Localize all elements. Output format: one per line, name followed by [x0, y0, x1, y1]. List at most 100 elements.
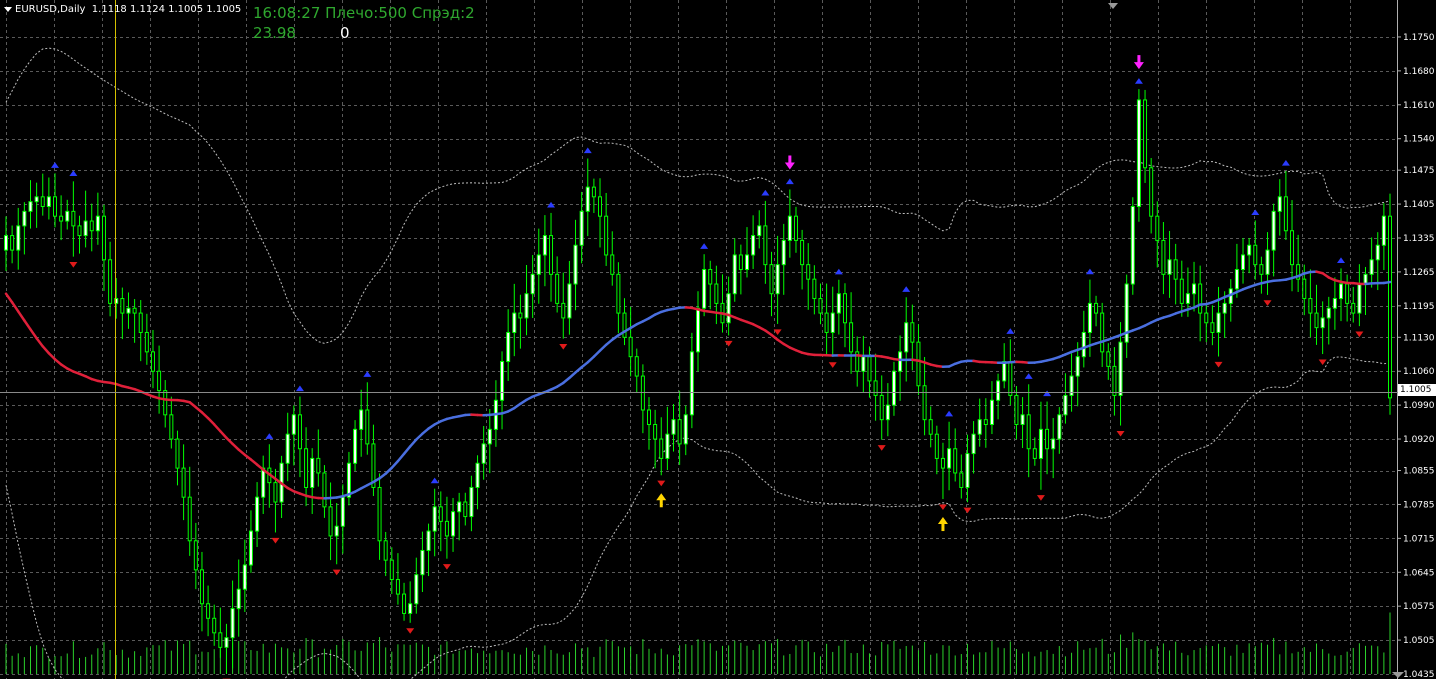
candle-body [738, 254, 743, 270]
dropdown-triangle-icon[interactable] [4, 6, 12, 12]
candle-body [1155, 215, 1160, 241]
candle-body [922, 385, 927, 421]
candle-body [640, 375, 645, 411]
candle-body [1290, 230, 1295, 266]
axis-tick-label: 1.1750 [1403, 33, 1435, 43]
candle-body [1388, 215, 1392, 399]
candle-body [365, 409, 370, 445]
candle-body [634, 356, 639, 377]
candle-body [1222, 302, 1227, 314]
candle-body [169, 414, 174, 440]
candle-body [830, 312, 835, 333]
candle-body [1167, 259, 1172, 275]
candle-body [444, 520, 449, 537]
candle-body [1038, 428, 1043, 459]
candle-body [469, 486, 474, 518]
candle-body [959, 472, 964, 488]
candle-body [1283, 196, 1288, 232]
candle-body [971, 433, 976, 455]
candle-body [340, 496, 345, 527]
candle-body [689, 351, 694, 416]
candle-body [1192, 283, 1197, 295]
candle-body [769, 264, 774, 295]
candle-body [579, 210, 584, 246]
candle-body [432, 506, 437, 532]
candle-body [285, 433, 290, 464]
candle-body [793, 215, 798, 241]
candle-body [487, 428, 492, 445]
candle-body [1210, 322, 1215, 333]
candle-body [947, 448, 952, 469]
candle-body [610, 254, 615, 275]
candle-body [751, 235, 756, 256]
candle-body [322, 472, 327, 508]
candle-body [953, 448, 958, 474]
candle-body [1357, 283, 1362, 314]
candle-body [28, 201, 33, 212]
candle-body [849, 322, 854, 353]
candle-body [647, 409, 652, 426]
candle-body [71, 210, 76, 227]
candle-body [16, 225, 21, 251]
candle-body [1277, 196, 1282, 212]
candle-body [395, 579, 400, 595]
candle-body [940, 457, 945, 469]
axis-tick-label: 1.1130 [1403, 333, 1435, 343]
candle-body [806, 264, 811, 280]
info-values: 23.98 0 [253, 24, 350, 42]
candle-body [1057, 414, 1062, 440]
candle-body [1173, 259, 1178, 280]
candle-body [518, 312, 523, 319]
candle-body [1314, 312, 1319, 329]
candle-body [10, 235, 15, 251]
candle-body [132, 307, 137, 314]
axis-tick-label: 1.0855 [1403, 467, 1435, 477]
candle-body [726, 293, 731, 324]
symbol-header[interactable]: EURUSD,Daily 1.1118 1.1124 1.1005 1.1005 [4, 4, 241, 15]
candle-body [481, 443, 486, 464]
price-chart[interactable]: 1.1750 1.1680 1.1610 1.1540 1.1475 1.1405 1.13… [0, 0, 1436, 679]
candle-body [1265, 249, 1270, 275]
candle-body [628, 336, 633, 358]
candle-body [261, 467, 266, 498]
axis-tick-label: 1.1405 [1403, 200, 1435, 210]
candle-body [414, 574, 419, 605]
candle-body [1363, 273, 1368, 285]
candle-body [89, 220, 94, 232]
candle-body [1351, 302, 1356, 314]
candle-body [4, 235, 8, 251]
candle-body [781, 239, 786, 266]
candle-body [1185, 293, 1190, 304]
candle-body [108, 259, 113, 304]
candle-body [1259, 264, 1264, 275]
candle-body [512, 312, 517, 333]
candle-body [573, 244, 578, 285]
candle-body [744, 254, 749, 270]
candle-body [702, 268, 707, 309]
candle-body [898, 351, 903, 372]
candle-body [916, 341, 921, 387]
candle-body [1149, 167, 1154, 217]
candle-body [199, 569, 204, 605]
candle-body [389, 559, 394, 581]
candle-body [1130, 206, 1135, 285]
candle-body [1087, 302, 1092, 333]
info-value-a: 23.98 [253, 24, 296, 42]
axis-tick-label: 1.0645 [1403, 568, 1435, 578]
candle-body [836, 293, 841, 314]
candle-body [1302, 278, 1307, 300]
candle-body [665, 433, 670, 459]
candle-body [187, 496, 192, 542]
candle-body [1063, 394, 1068, 416]
axis-tick-label: 1.0575 [1403, 602, 1435, 612]
axis-tick-label: 1.1195 [1403, 302, 1435, 312]
candle-body [1271, 210, 1276, 251]
axis-tick-label: 1.0715 [1403, 534, 1435, 544]
candle-body [150, 351, 155, 372]
candle-body [193, 540, 198, 571]
candle-body [1198, 283, 1203, 314]
axis-tick-label: 1.0505 [1403, 636, 1435, 646]
candle-body [224, 637, 229, 648]
candle-body [732, 254, 737, 295]
candle-body [536, 254, 541, 275]
